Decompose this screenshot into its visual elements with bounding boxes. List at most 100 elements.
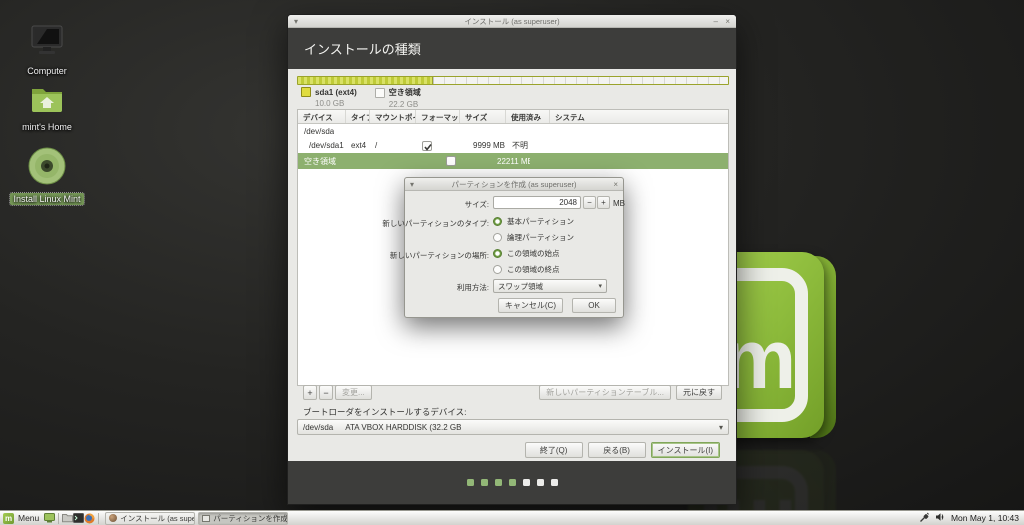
- desktop-icon-home[interactable]: mint's Home: [8, 84, 86, 135]
- desktop-icon-label: Computer: [27, 66, 67, 76]
- radio-beginning-of-space[interactable]: この領域の始点: [493, 248, 560, 259]
- partition-legend: sda1 (ext4) 10.0 GB 空き領域 22.2 GB: [301, 87, 421, 109]
- window-title: インストール (as superuser): [464, 16, 560, 26]
- partition-bar-free: [433, 77, 728, 84]
- file-manager-icon[interactable]: [62, 513, 74, 524]
- format-checkbox-checked[interactable]: [422, 140, 432, 151]
- separator: [98, 512, 100, 524]
- table-header-row: デバイス タイプ マウントポイント フォーマット サイズ 使用済み システム: [298, 110, 728, 124]
- legend-item-free: 空き領域 22.2 GB: [374, 87, 421, 109]
- table-row-sda1[interactable]: /dev/sda1 ext4 / 9999 MB 不明: [298, 138, 728, 153]
- progress-dot: [522, 479, 530, 486]
- radio-primary-partition[interactable]: 基本パーティション: [493, 216, 574, 227]
- size-input[interactable]: [493, 196, 581, 209]
- quit-button[interactable]: 終了(Q): [524, 442, 583, 458]
- size-unit: MB: [613, 199, 625, 208]
- mint-menu-icon: m: [3, 512, 14, 524]
- close-icon[interactable]: ×: [725, 15, 730, 28]
- cell-device: /dev/sda: [304, 126, 335, 136]
- revert-button[interactable]: 元に戻す: [676, 385, 722, 400]
- installer-titlebar[interactable]: ▾ インストール (as superuser) – ×: [288, 15, 736, 28]
- partition-visual-bar: [297, 76, 729, 85]
- minimize-icon[interactable]: –: [714, 15, 718, 28]
- desktop-icon-label: Install Linux Mint: [9, 192, 85, 206]
- cancel-button[interactable]: キャンセル(C): [497, 298, 563, 313]
- progress-dot: [480, 479, 488, 486]
- use-as-select[interactable]: スワップ領域 ▾: [493, 279, 607, 293]
- size-increment-button[interactable]: +: [597, 196, 610, 209]
- table-row-free-space-selected[interactable]: 空き領域 22211 MB: [298, 153, 728, 169]
- computer-icon: [31, 25, 63, 54]
- column-header-system[interactable]: システム: [550, 110, 728, 123]
- partition-bar-sda1: [298, 77, 434, 84]
- install-cd-icon: [28, 147, 66, 185]
- ok-button[interactable]: OK: [572, 298, 616, 313]
- cell-used: 不明: [512, 141, 528, 150]
- firefox-icon[interactable]: [84, 513, 95, 524]
- size-decrement-button[interactable]: −: [583, 196, 596, 209]
- legend-label: 空き領域: [388, 88, 421, 97]
- chevron-down-icon: ▾: [598, 283, 602, 290]
- bootloader-disk: ATA VBOX HARDDISK (32.2 GB: [345, 422, 462, 432]
- partition-toolbar: + − 変更... 新しいパーティションテーブル... 元に戻す: [303, 385, 722, 400]
- bootloader-device-select[interactable]: /dev/sda ATA VBOX HARDDISK (32.2 GB ▾: [297, 419, 729, 435]
- volume-icon[interactable]: [935, 512, 946, 524]
- window-menu-icon[interactable]: ▾: [294, 15, 298, 28]
- format-checkbox-unchecked[interactable]: [446, 156, 456, 166]
- new-partition-table-button[interactable]: 新しいパーティションテーブル...: [539, 385, 671, 400]
- desktop-icon-install-mint[interactable]: Install Linux Mint: [8, 146, 86, 207]
- dialog-buttons: キャンセル(C) OK: [497, 298, 616, 313]
- progress-dot: [536, 479, 544, 486]
- network-plug-icon[interactable]: [919, 512, 930, 525]
- taskbar-task-installer[interactable]: インストール (as super...: [105, 511, 196, 525]
- size-label: サイズ:: [464, 200, 489, 209]
- column-header-used[interactable]: 使用済み: [506, 110, 550, 123]
- partition-type-label: 新しいパーティションのタイプ:: [382, 219, 489, 228]
- close-icon[interactable]: ×: [613, 178, 618, 191]
- window-menu-icon[interactable]: ▾: [410, 178, 414, 191]
- install-button[interactable]: インストール(I): [650, 442, 720, 458]
- progress-dot: [508, 479, 516, 486]
- legend-size: 22.2 GB: [388, 100, 419, 109]
- radio-checked-icon: [493, 249, 502, 258]
- chevron-down-icon: ▾: [718, 422, 723, 432]
- taskbar: m Menu インストール (as super... パーティションを作成 (a…: [0, 510, 1024, 525]
- show-desktop-icon[interactable]: [44, 513, 56, 524]
- column-header-format[interactable]: フォーマット: [416, 110, 460, 123]
- column-header-size[interactable]: サイズ: [460, 110, 506, 123]
- cell-format: [416, 140, 460, 151]
- radio-unchecked-icon: [493, 265, 502, 274]
- legend-label: sda1 (ext4): [315, 87, 357, 97]
- progress-dot: [550, 479, 558, 486]
- page-title: インストールの種類: [304, 42, 421, 57]
- terminal-icon[interactable]: [73, 513, 85, 524]
- task-app-icon: [109, 514, 118, 522]
- desktop-icon-computer[interactable]: Computer: [8, 24, 86, 79]
- remove-partition-button[interactable]: −: [319, 385, 333, 400]
- radio-logical-partition[interactable]: 論理パーティション: [493, 232, 574, 243]
- taskbar-task-create-partition[interactable]: パーティションを作成 (a...: [198, 511, 289, 525]
- change-partition-button[interactable]: 変更...: [335, 385, 372, 400]
- use-as-value: スワップ領域: [498, 281, 543, 291]
- dialog-titlebar[interactable]: ▾ パーティションを作成 (as superuser) ×: [405, 178, 623, 191]
- cell-device: /dev/sda1: [309, 141, 344, 150]
- clock[interactable]: Mon May 1, 10:43: [951, 513, 1019, 523]
- menu-label: Menu: [18, 513, 40, 523]
- menu-button[interactable]: m Menu: [0, 511, 44, 525]
- cell-type: ext4: [351, 141, 367, 150]
- home-folder-icon: [32, 89, 62, 112]
- add-partition-button[interactable]: +: [303, 385, 317, 400]
- cell-size: 22211 MB: [497, 156, 530, 166]
- column-header-type[interactable]: タイプ: [346, 110, 370, 123]
- back-button[interactable]: 戻る(B): [587, 442, 646, 458]
- column-header-mountpoint[interactable]: マウントポイント: [370, 110, 416, 123]
- column-header-device[interactable]: デバイス: [298, 110, 346, 123]
- table-row-disk[interactable]: /dev/sda: [298, 124, 728, 138]
- use-as-label: 利用方法:: [456, 283, 489, 292]
- cell-size: 9999 MB: [473, 141, 506, 150]
- task-app-icon: [202, 514, 211, 522]
- legend-item-sda1: sda1 (ext4) 10.0 GB: [301, 87, 357, 109]
- radio-end-of-space[interactable]: この領域の終点: [493, 264, 560, 275]
- system-tray: Mon May 1, 10:43: [919, 512, 1024, 525]
- legend-color-free: [374, 87, 385, 98]
